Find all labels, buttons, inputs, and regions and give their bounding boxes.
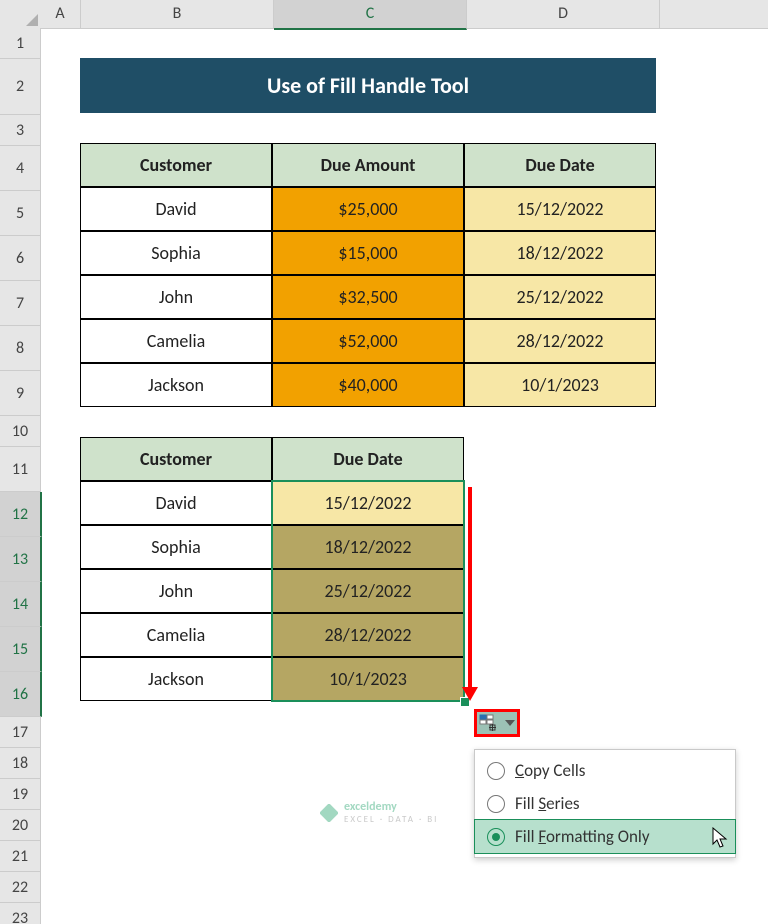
row-header-11[interactable]: 11 [0,447,41,492]
t1-amount-2[interactable]: $32,500 [272,275,464,319]
t1-amount-3[interactable]: $52,000 [272,319,464,363]
spreadsheet-view: ABCD 12345678910111213141516171819202122… [0,0,768,924]
watermark-icon [320,804,338,822]
t2-customer-1[interactable]: Sophia [80,525,272,569]
t1-header-due-amount[interactable]: Due Amount [272,143,464,187]
row-header-13[interactable]: 13 [0,537,42,582]
t1-amount-4[interactable]: $40,000 [272,363,464,407]
t2-date-2[interactable]: 25/12/2022 [272,569,464,613]
row-header-15[interactable]: 15 [0,627,42,672]
row-header-2[interactable]: 2 [0,59,41,115]
t2-header-due-date[interactable]: Due Date [272,437,464,481]
menu-item-label: Copy Cells [515,760,585,781]
auto-fill-icon [479,714,499,732]
column-header-a[interactable]: A [40,0,81,29]
t2-customer-4[interactable]: Jackson [80,657,272,701]
radio-icon [487,828,505,846]
t2-customer-2[interactable]: John [80,569,272,613]
t1-customer-0[interactable]: David [80,187,272,231]
row-header-23[interactable]: 23 [0,903,41,924]
menu-item-fill-formatting-only[interactable]: Fill Formatting Only [475,820,735,853]
t2-date-1[interactable]: 18/12/2022 [272,525,464,569]
chevron-down-icon [505,719,515,727]
t2-date-0[interactable]: 15/12/2022 [272,481,464,525]
row-header-7[interactable]: 7 [0,281,41,326]
watermark: exceldemy EXCEL · DATA · BI [320,800,438,825]
row-header-20[interactable]: 20 [0,810,41,841]
annotation-arrow-head [462,687,478,701]
t2-date-3[interactable]: 28/12/2022 [272,613,464,657]
title-cell[interactable]: Use of Fill Handle Tool [80,58,656,113]
t1-date-4[interactable]: 10/1/2023 [464,363,656,407]
annotation-arrow [468,487,472,689]
select-all-corner[interactable] [0,0,41,29]
row-header-19[interactable]: 19 [0,779,41,810]
auto-fill-options-button[interactable] [474,709,520,737]
row-header-18[interactable]: 18 [0,748,41,779]
row-header-9[interactable]: 9 [0,371,41,416]
column-header-c[interactable]: C [274,0,467,30]
menu-item-fill-series[interactable]: Fill Series [475,787,735,820]
radio-icon [487,795,505,813]
menu-item-label: Fill Series [515,793,580,814]
t1-date-0[interactable]: 15/12/2022 [464,187,656,231]
menu-item-copy-cells[interactable]: Copy Cells [475,754,735,787]
menu-item-label: Fill Formatting Only [515,826,650,847]
row-header-6[interactable]: 6 [0,236,41,281]
watermark-sub: EXCEL · DATA · BI [344,814,438,825]
row-header-3[interactable]: 3 [0,115,41,146]
row-headers: 123456789101112131415161718192021222324 [0,28,40,924]
t1-customer-3[interactable]: Camelia [80,319,272,363]
radio-icon [487,762,505,780]
row-header-17[interactable]: 17 [0,717,41,748]
t2-header-customer[interactable]: Customer [80,437,272,481]
t1-amount-1[interactable]: $15,000 [272,231,464,275]
auto-fill-options-menu: Copy Cells Fill Series Fill Formatting O… [474,749,736,858]
column-header-b[interactable]: B [81,0,274,29]
row-header-21[interactable]: 21 [0,841,41,872]
column-headers: ABCD [40,0,768,28]
row-header-5[interactable]: 5 [0,191,41,236]
row-header-22[interactable]: 22 [0,872,41,903]
row-header-8[interactable]: 8 [0,326,41,371]
t2-date-4[interactable]: 10/1/2023 [272,657,464,701]
t1-date-2[interactable]: 25/12/2022 [464,275,656,319]
row-header-12[interactable]: 12 [0,492,42,537]
t1-header-customer[interactable]: Customer [80,143,272,187]
t1-customer-2[interactable]: John [80,275,272,319]
row-header-14[interactable]: 14 [0,582,42,627]
t2-customer-3[interactable]: Camelia [80,613,272,657]
t1-customer-1[interactable]: Sophia [80,231,272,275]
t1-date-3[interactable]: 28/12/2022 [464,319,656,363]
column-header-d[interactable]: D [467,0,660,29]
t1-customer-4[interactable]: Jackson [80,363,272,407]
watermark-brand: exceldemy [344,800,397,814]
t1-header-due-date[interactable]: Due Date [464,143,656,187]
mouse-cursor-icon [712,827,730,849]
row-header-1[interactable]: 1 [0,28,41,59]
row-header-10[interactable]: 10 [0,416,41,447]
t1-date-1[interactable]: 18/12/2022 [464,231,656,275]
row-header-16[interactable]: 16 [0,672,42,717]
t2-customer-0[interactable]: David [80,481,272,525]
row-header-4[interactable]: 4 [0,146,41,191]
t1-amount-0[interactable]: $25,000 [272,187,464,231]
